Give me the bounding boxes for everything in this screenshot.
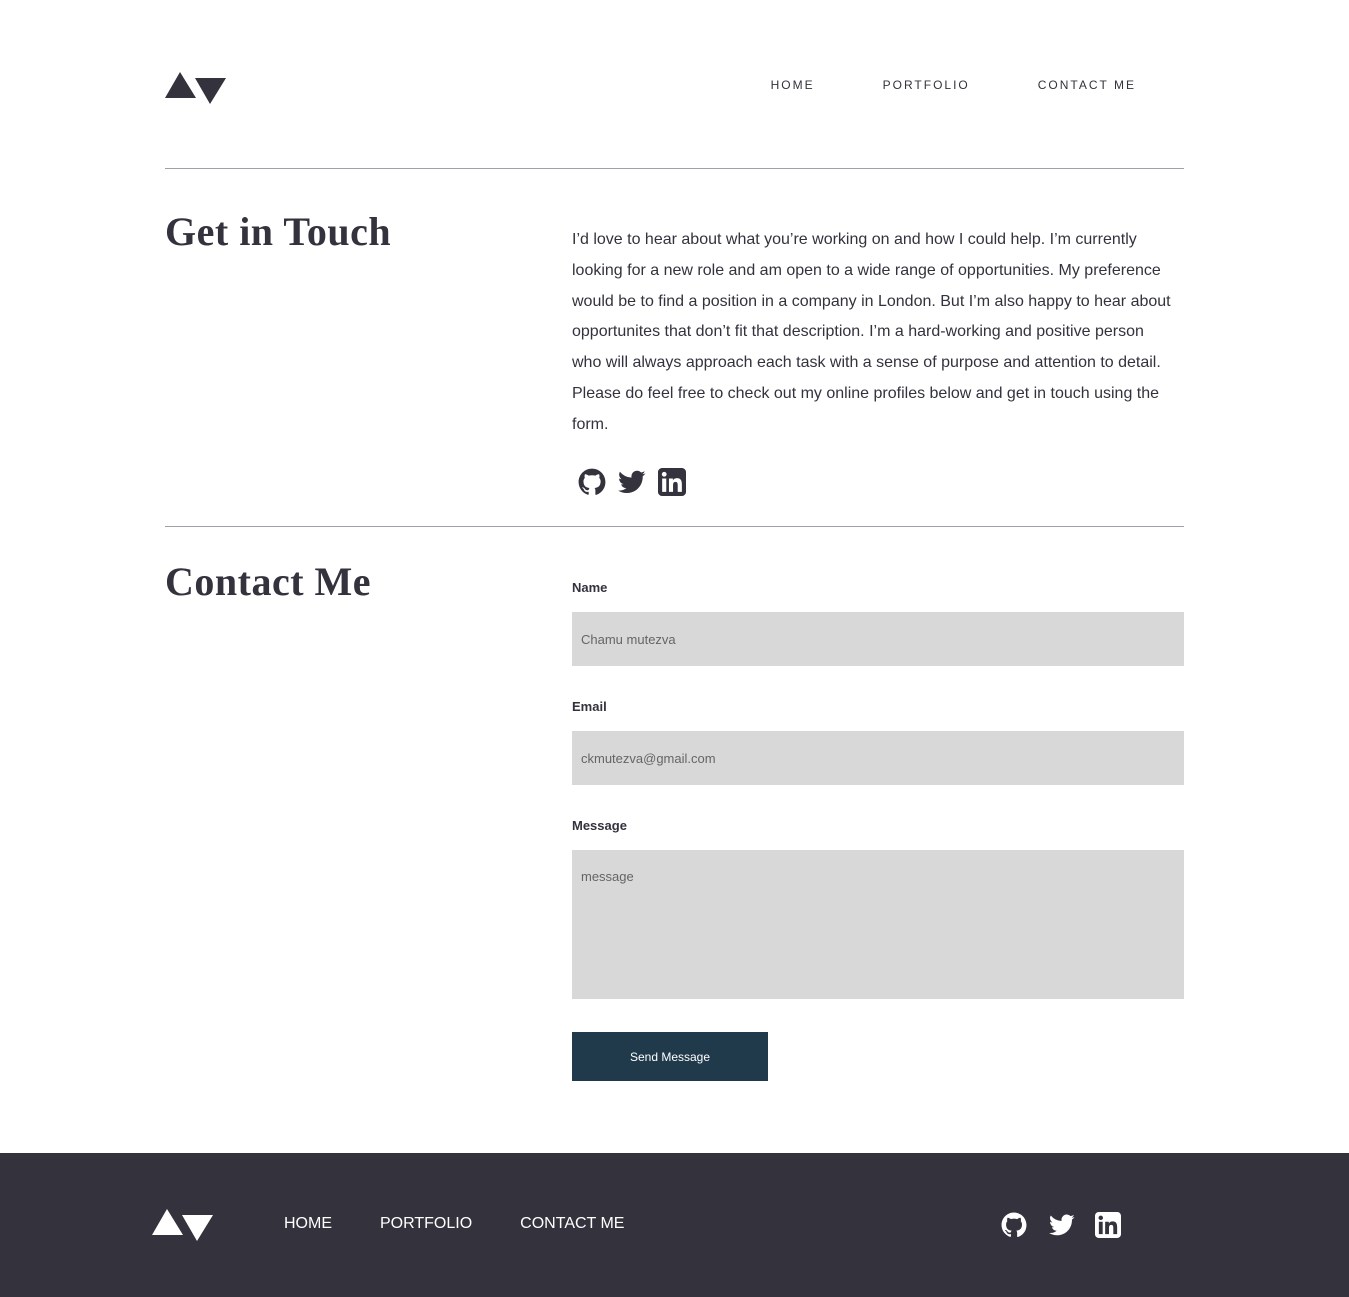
- nav-contact-link[interactable]: CONTACT ME: [1038, 78, 1136, 92]
- intro-paragraph: I’d love to hear about what you’re worki…: [572, 231, 1171, 433]
- footer-logo-icon[interactable]: [152, 1209, 213, 1241]
- message-textarea[interactable]: [572, 850, 1184, 999]
- linkedin-icon[interactable]: [1095, 1212, 1121, 1238]
- site-header: HOME PORTFOLIO CONTACT ME: [165, 72, 1184, 104]
- footer-nav-portfolio-link[interactable]: PORTFOLIO: [380, 1215, 472, 1233]
- site-footer: HOME PORTFOLIO CONTACT ME: [0, 1153, 1349, 1297]
- footer-nav-contact-link[interactable]: CONTACT ME: [520, 1215, 624, 1233]
- logo-icon[interactable]: [165, 72, 226, 104]
- footer-social-links: [1001, 1212, 1121, 1238]
- linkedin-icon[interactable]: [658, 468, 686, 496]
- name-label: Name: [572, 580, 608, 595]
- nav-portfolio-link[interactable]: PORTFOLIO: [883, 78, 970, 92]
- divider: [165, 526, 1184, 527]
- contact-me-heading: Contact Me: [165, 559, 372, 604]
- footer-nav-home-link[interactable]: HOME: [284, 1215, 332, 1233]
- twitter-icon[interactable]: [1049, 1212, 1075, 1238]
- social-links: [578, 468, 686, 496]
- github-icon[interactable]: [578, 468, 606, 496]
- nav-home-link[interactable]: HOME: [771, 78, 815, 92]
- divider: [165, 168, 1184, 169]
- email-input[interactable]: [572, 731, 1184, 785]
- main-nav: HOME PORTFOLIO CONTACT ME: [771, 78, 1136, 92]
- send-message-button[interactable]: Send Message: [572, 1032, 768, 1081]
- twitter-icon[interactable]: [618, 468, 646, 496]
- email-label: Email: [572, 699, 607, 714]
- message-label: Message: [572, 818, 627, 833]
- get-in-touch-heading: Get in Touch: [165, 209, 392, 254]
- github-icon[interactable]: [1001, 1212, 1027, 1238]
- footer-nav: HOME PORTFOLIO CONTACT ME: [284, 1215, 624, 1233]
- name-input[interactable]: [572, 612, 1184, 666]
- contact-form: Name Email Message Send Message: [572, 580, 1184, 1081]
